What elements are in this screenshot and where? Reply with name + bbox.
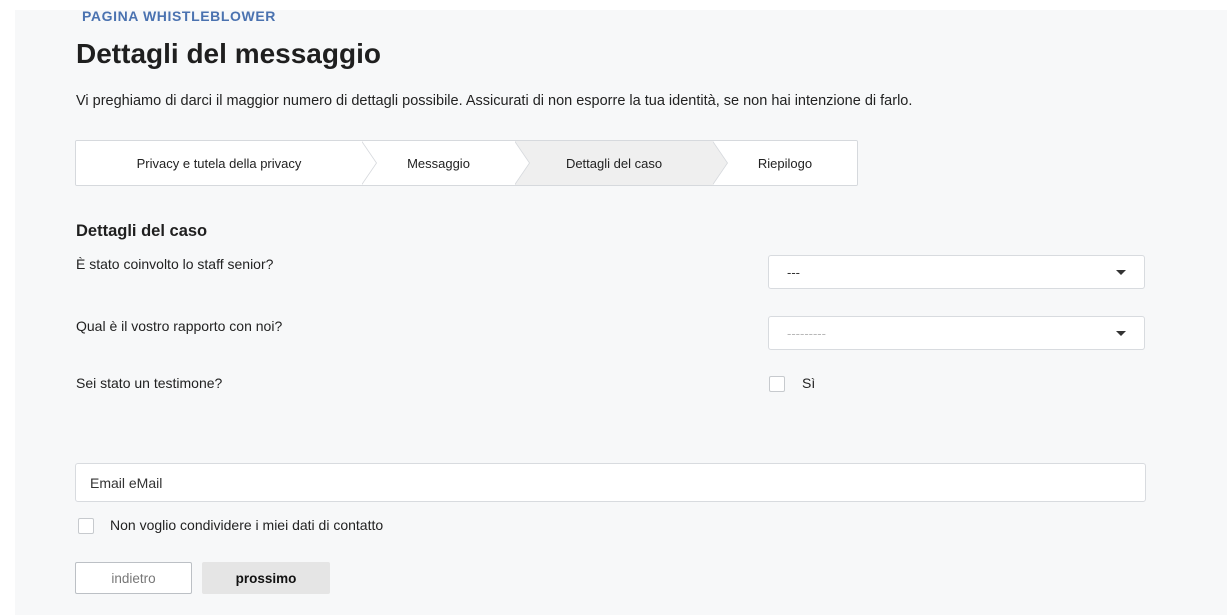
no-contact-checkbox-label[interactable]: Non voglio condividere i miei dati di co… [110,517,383,533]
select-value: --------- [787,325,826,341]
relationship-question: Qual è il vostro rapporto con noi? [76,318,283,334]
step-separator [514,141,530,185]
section-title: Dettagli del caso [76,222,208,240]
senior-staff-select[interactable]: --- [768,255,1145,289]
step-separator [712,141,728,185]
step-label: Privacy e tutela della privacy [136,155,302,171]
step-privacy[interactable]: Privacy e tutela della privacy [76,141,377,185]
step-label: Riepilogo [757,155,813,171]
caret-down-icon [1116,331,1126,336]
witness-checkbox[interactable] [769,376,785,392]
step-label: Dettagli del caso [565,155,663,171]
no-contact-checkbox[interactable] [78,518,94,534]
intro-text: Vi preghiamo di darci il maggior numero … [76,93,913,109]
witness-checkbox-label[interactable]: Sì [802,375,815,391]
caret-down-icon [1116,270,1126,275]
relationship-select[interactable]: --------- [768,316,1145,350]
step-message[interactable]: Messaggio [362,141,530,185]
step-label: Messaggio [407,155,470,171]
witness-question: Sei stato un testimone? [76,375,223,391]
page-title: Dettagli del messaggio [76,38,381,69]
page-eyebrow: PAGINA WHISTLEBLOWER [82,8,276,24]
email-field[interactable] [75,463,1146,502]
select-value: --- [787,264,800,280]
step-case-details[interactable]: Dettagli del caso [515,141,728,185]
progress-stepper: Privacy e tutela della privacy Messaggio… [75,140,858,186]
senior-staff-question: È stato coinvolto lo staff senior? [76,256,274,272]
back-button[interactable]: indietro [75,562,192,594]
step-summary[interactable]: Riepilogo [713,141,857,185]
step-separator [361,141,377,185]
next-button[interactable]: prossimo [202,562,330,594]
